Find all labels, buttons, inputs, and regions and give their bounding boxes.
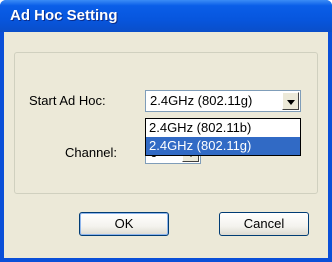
start-ad-hoc-options-list[interactable]: 2.4GHz (802.11b) 2.4GHz (802.11g) (145, 118, 301, 156)
start-ad-hoc-value: 2.4GHz (802.11g) (150, 93, 253, 108)
start-ad-hoc-dropdown-button[interactable] (282, 92, 299, 110)
start-ad-hoc-select[interactable]: 2.4GHz (802.11g) (145, 90, 301, 112)
ad-hoc-setting-dialog: Ad Hoc Setting Start Ad Hoc: 2.4GHz (802… (0, 0, 332, 262)
cancel-button[interactable]: Cancel (219, 212, 309, 236)
chevron-down-icon (287, 100, 295, 105)
dialog-body: Start Ad Hoc: 2.4GHz (802.11g) 2.4GHz (8… (4, 32, 328, 258)
ok-button[interactable]: OK (79, 212, 169, 236)
option-802-11g[interactable]: 2.4GHz (802.11g) (146, 137, 300, 155)
title-bar[interactable]: Ad Hoc Setting (0, 0, 332, 32)
dialog-title: Ad Hoc Setting (10, 7, 118, 24)
option-802-11b[interactable]: 2.4GHz (802.11b) (146, 119, 300, 137)
channel-label: Channel: (65, 145, 118, 160)
start-ad-hoc-label: Start Ad Hoc: (29, 93, 106, 108)
